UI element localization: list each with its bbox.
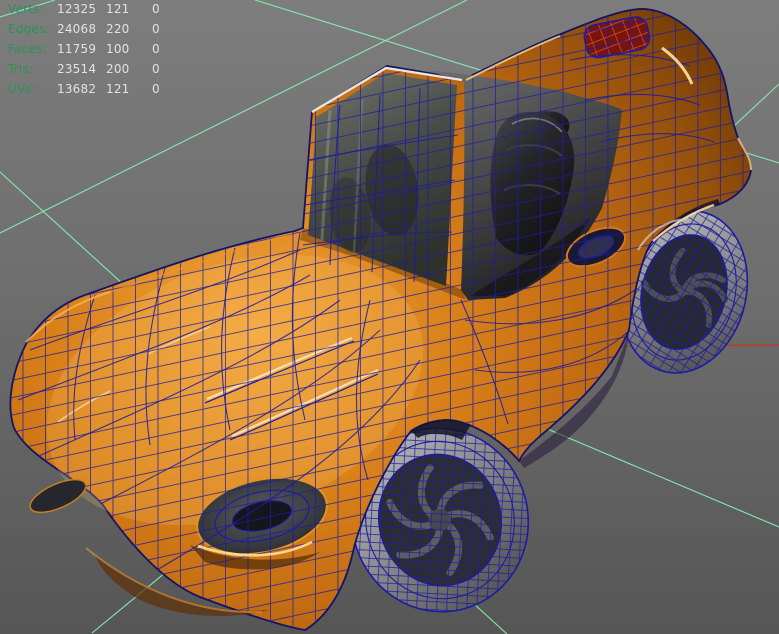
hud-row-label: Tris: — [8, 62, 34, 76]
hud-row-value: 0 — [152, 42, 160, 56]
hud-row-value: 24068 — [57, 22, 97, 36]
hud-row-label: Faces: — [8, 42, 47, 56]
hud-row-value: 0 — [152, 82, 160, 96]
hud-row-value: 0 — [152, 22, 160, 36]
hud-row-value: 200 — [106, 62, 130, 76]
poly-count-hud: Verts: 12325 121 0 Edges: 24068 220 0 Fa… — [8, 2, 172, 102]
hud-row-value: 11759 — [57, 42, 97, 56]
viewport-3d[interactable]: Verts: 12325 121 0 Edges: 24068 220 0 Fa… — [0, 0, 779, 634]
hud-row-value: 13682 — [57, 82, 97, 96]
hud-row-label: Edges: — [8, 22, 50, 36]
hud-row-label: Verts: — [8, 2, 44, 16]
hud-row-value: 121 — [106, 82, 130, 96]
hud-row-value: 121 — [106, 2, 130, 16]
hud-row-value: 12325 — [57, 2, 97, 16]
hud-row-value: 220 — [106, 22, 130, 36]
hud-row-label: UVs: — [8, 82, 37, 96]
hud-row-value: 23514 — [57, 62, 97, 76]
hud-row-value: 100 — [106, 42, 130, 56]
hud-row-value: 0 — [152, 2, 160, 16]
hud-row-value: 0 — [152, 62, 160, 76]
